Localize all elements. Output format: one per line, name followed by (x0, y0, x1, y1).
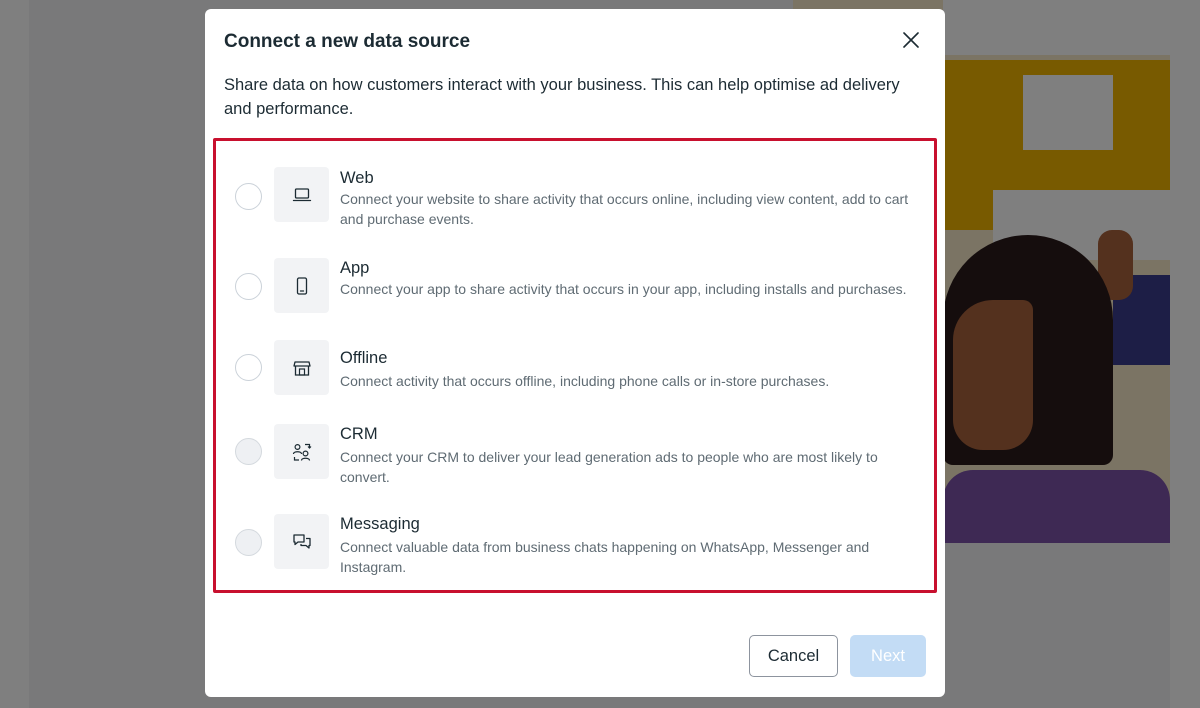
option-app[interactable]: App Connect your app to share activity t… (216, 253, 934, 333)
option-title: Offline (340, 349, 388, 367)
option-description: Connect your app to share activity that … (340, 281, 907, 297)
radio-crm[interactable] (235, 438, 262, 465)
dialog-description: Share data on how customers interact wit… (224, 76, 900, 118)
mobile-phone-icon (296, 276, 307, 295)
option-description: Connect your CRM to deliver your lead ge… (340, 449, 878, 485)
close-button[interactable] (899, 28, 923, 52)
option-offline[interactable]: Offline Connect activity that occurs off… (216, 340, 934, 421)
option-description: Connect your website to share activity t… (340, 191, 909, 227)
connect-data-source-dialog: Connect a new data source Share data on … (205, 9, 945, 697)
icon-tile-web (274, 167, 329, 222)
storefront-icon (292, 360, 311, 376)
people-sync-icon (292, 443, 311, 461)
icon-tile-app (274, 258, 329, 313)
next-button[interactable]: Next (850, 635, 926, 677)
option-title: App (340, 259, 370, 277)
icon-tile-messaging (274, 514, 329, 569)
data-source-options: Web Connect your website to share activi… (213, 138, 937, 593)
option-web[interactable]: Web Connect your website to share activi… (216, 163, 934, 243)
option-description: Connect activity that occurs offline, in… (340, 373, 830, 389)
radio-web[interactable] (235, 183, 262, 210)
option-title: Messaging (340, 515, 420, 533)
dialog-title: Connect a new data source (224, 31, 471, 52)
option-messaging[interactable]: Messaging Connect valuable data from bus… (216, 507, 934, 587)
option-title: Web (340, 169, 374, 187)
close-icon (903, 32, 919, 48)
radio-app[interactable] (235, 273, 262, 300)
laptop-icon (292, 187, 311, 201)
option-crm[interactable]: CRM Connect your CRM to deliver your lea… (216, 417, 934, 497)
radio-offline[interactable] (235, 354, 262, 381)
icon-tile-offline (274, 340, 329, 395)
option-description: Connect valuable data from business chat… (340, 539, 870, 575)
option-title: CRM (340, 425, 378, 443)
cancel-button[interactable]: Cancel (749, 635, 838, 677)
radio-messaging[interactable] (235, 529, 262, 556)
chat-bubbles-icon (292, 533, 311, 549)
icon-tile-crm (274, 424, 329, 479)
